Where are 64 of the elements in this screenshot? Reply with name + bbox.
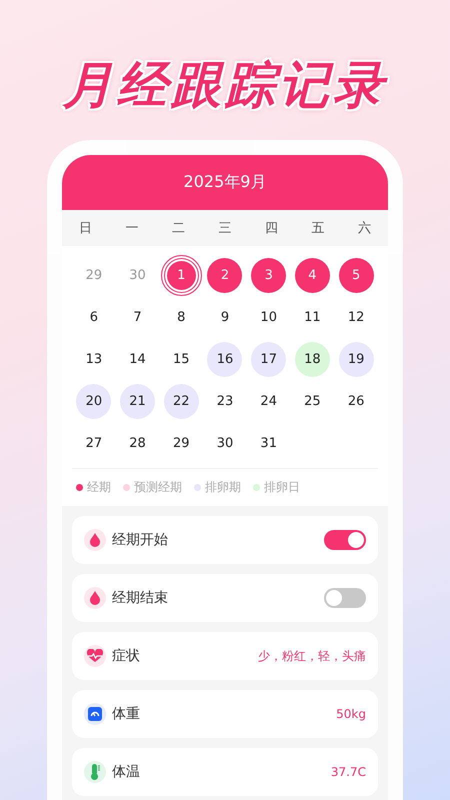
calendar-day[interactable]: 16 <box>207 342 242 376</box>
record-card[interactable]: 体重 50kg <box>72 690 378 738</box>
calendar-day[interactable]: 6 <box>76 300 112 334</box>
calendar-day[interactable]: 22 <box>164 384 199 418</box>
calendar-day[interactable]: 12 <box>338 300 374 334</box>
toggle-switch[interactable] <box>324 530 366 550</box>
calendar-day[interactable]: 10 <box>251 300 286 334</box>
weekday-label: 六 <box>357 220 372 237</box>
record-label: 症状 <box>112 647 141 665</box>
calendar-day[interactable]: 13 <box>76 342 112 376</box>
legend-label: 排卵期 <box>205 479 241 496</box>
calendar-day[interactable]: 24 <box>251 384 286 418</box>
toggle-switch[interactable] <box>324 588 366 608</box>
weekday-label: 一 <box>124 220 140 237</box>
weekday-label: 日 <box>78 220 93 237</box>
record-label: 体温 <box>112 763 141 781</box>
calendar-day[interactable]: 4 <box>294 258 330 292</box>
calendar-day[interactable]: 9 <box>207 300 242 334</box>
weekday-label: 五 <box>310 220 326 237</box>
record-label: 体重 <box>112 705 141 723</box>
calendar-day[interactable]: 3 <box>251 258 286 292</box>
calendar-day[interactable]: 17 <box>251 342 286 376</box>
weekday-label: 二 <box>170 220 186 237</box>
record-card[interactable]: 经期开始 <box>72 516 378 564</box>
calendar-day[interactable]: 21 <box>120 384 156 418</box>
calendar-day[interactable]: 25 <box>294 384 330 418</box>
month-title: 2025年9月 <box>62 155 388 210</box>
record-value: 50kg <box>336 707 366 721</box>
record-card[interactable]: 症状 少，粉红，轻，头痛 <box>72 632 378 680</box>
calendar-day[interactable]: 1 <box>164 258 199 292</box>
calendar-day[interactable]: 14 <box>120 342 156 376</box>
legend-label: 经期 <box>87 479 111 496</box>
weekday-label: 四 <box>264 220 280 237</box>
calendar-day[interactable]: 20 <box>76 384 112 418</box>
calendar-day[interactable]: 15 <box>164 342 199 376</box>
thermometer-icon <box>84 761 106 783</box>
scale-icon <box>84 703 106 725</box>
calendar-day[interactable]: 23 <box>207 384 242 418</box>
calendar-day[interactable]: 5 <box>338 258 374 292</box>
record-value: 37.7C <box>330 765 366 779</box>
calendar-day[interactable]: 30 <box>207 426 242 460</box>
calendar-day[interactable]: 11 <box>294 300 330 334</box>
legend-label: 排卵日 <box>264 479 300 496</box>
heartbeat-icon <box>84 645 106 667</box>
record-label: 经期开始 <box>112 531 169 549</box>
calendar-day[interactable]: 2 <box>207 258 242 292</box>
calendar-day[interactable]: 8 <box>164 300 199 334</box>
calendar-day[interactable]: 31 <box>251 426 286 460</box>
record-card[interactable]: 体温 37.7C <box>72 748 378 796</box>
calendar-day[interactable]: 18 <box>294 342 330 376</box>
weekday-label: 三 <box>217 220 232 237</box>
drop-icon <box>84 587 106 609</box>
headline: 月经跟踪记录 <box>63 55 387 114</box>
legend-label: 预测经期 <box>134 479 182 496</box>
calendar-day[interactable]: 28 <box>120 426 156 460</box>
drop-icon <box>84 529 106 551</box>
calendar-day[interactable]: 7 <box>120 300 156 334</box>
record-card[interactable]: 经期结束 <box>72 574 378 622</box>
record-value: 少，粉红，轻，头痛 <box>258 648 366 664</box>
calendar-day[interactable]: 26 <box>338 384 374 418</box>
calendar-day[interactable]: 27 <box>76 426 112 460</box>
calendar-day[interactable]: 19 <box>338 342 374 376</box>
calendar-day[interactable]: 29 <box>164 426 199 460</box>
record-label: 经期结束 <box>112 589 169 607</box>
